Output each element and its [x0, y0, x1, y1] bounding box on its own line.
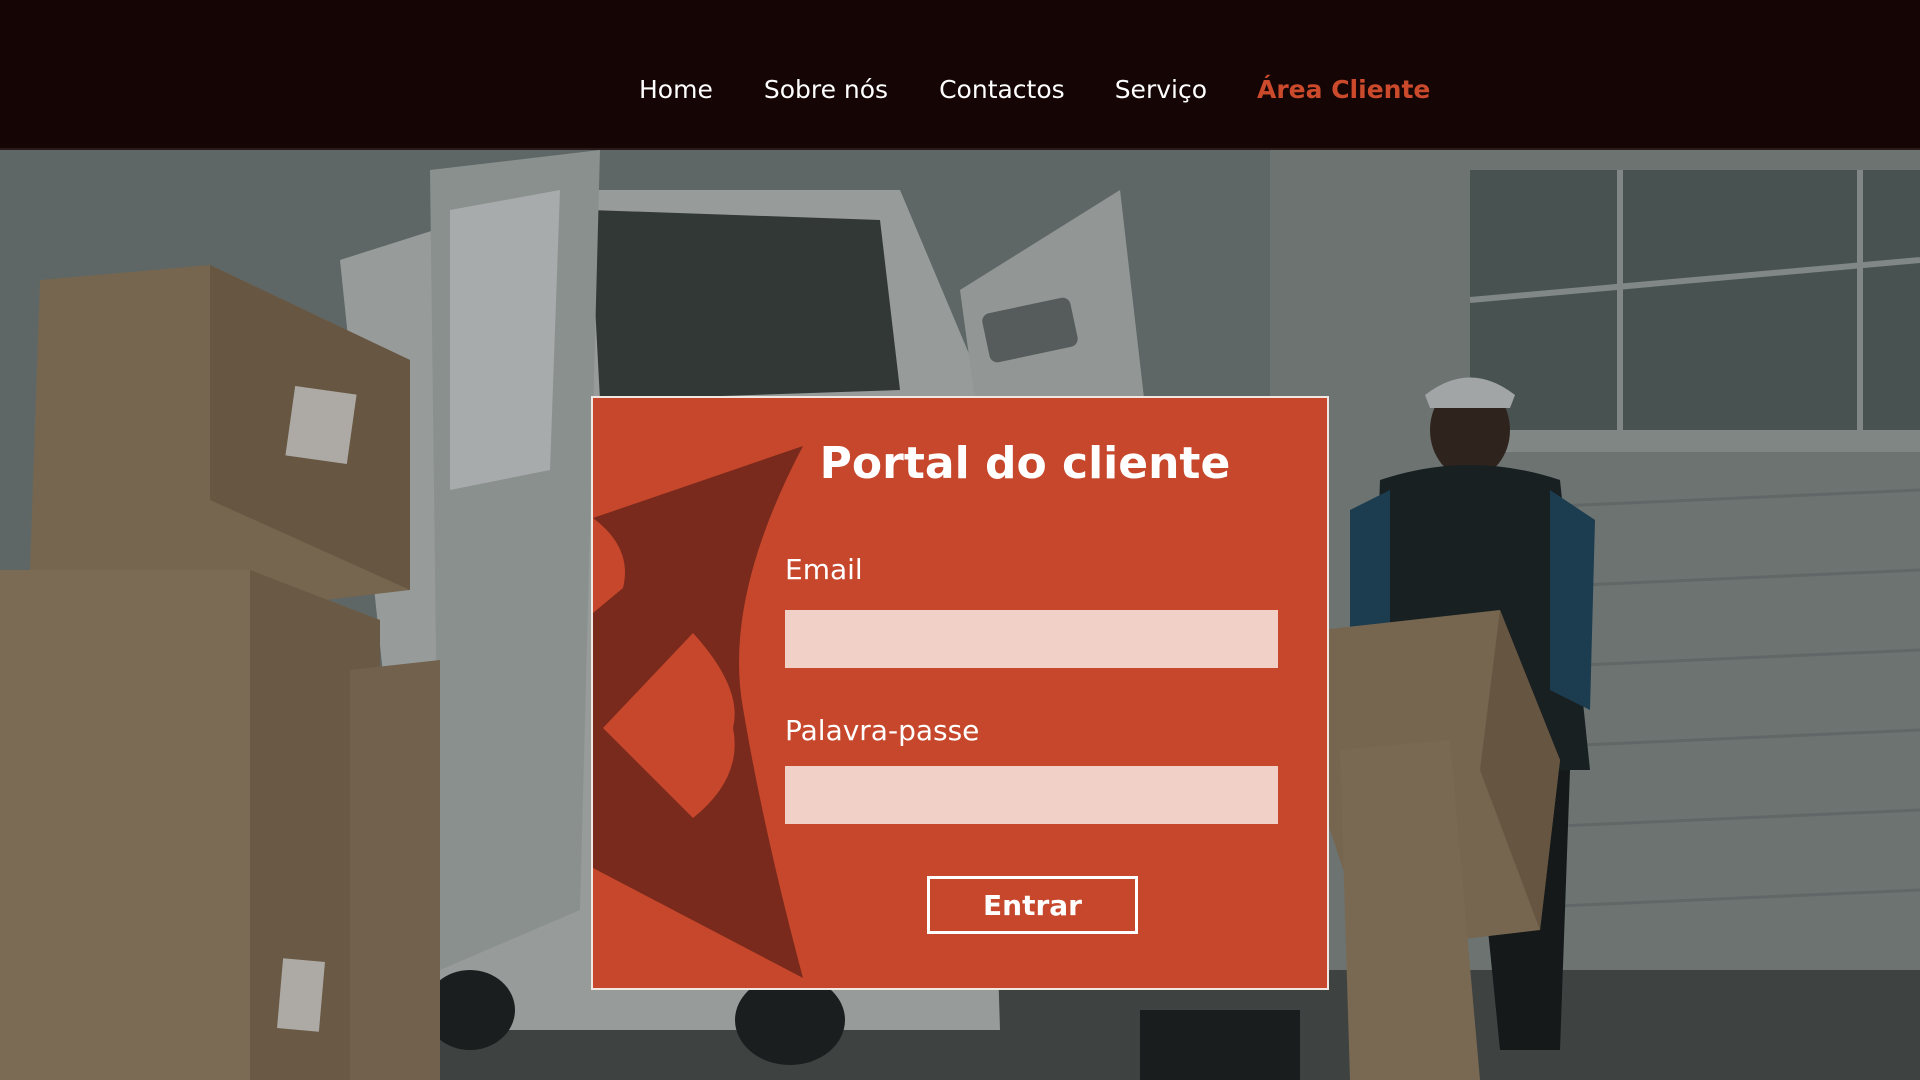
nav-item-servico[interactable]: Serviço [1115, 72, 1207, 108]
email-field[interactable] [785, 610, 1278, 668]
nav-item-contactos[interactable]: Contactos [939, 72, 1065, 108]
login-title: Portal do cliente [819, 438, 1231, 489]
top-navbar: Home Sobre nós Contactos Serviço Área Cl… [0, 0, 1920, 150]
main-navigation: Home Sobre nós Contactos Serviço Área Cl… [639, 72, 1430, 108]
email-label: Email [785, 553, 863, 586]
password-label: Palavra-passe [785, 714, 980, 747]
login-submit-button[interactable]: Entrar [927, 876, 1138, 934]
nav-item-sobre-nos[interactable]: Sobre nós [764, 72, 888, 108]
login-card: Portal do cliente Email Palavra-passe En… [591, 396, 1329, 990]
password-field[interactable] [785, 766, 1278, 824]
nav-item-home[interactable]: Home [639, 72, 713, 108]
nav-item-area-cliente[interactable]: Área Cliente [1257, 72, 1430, 108]
